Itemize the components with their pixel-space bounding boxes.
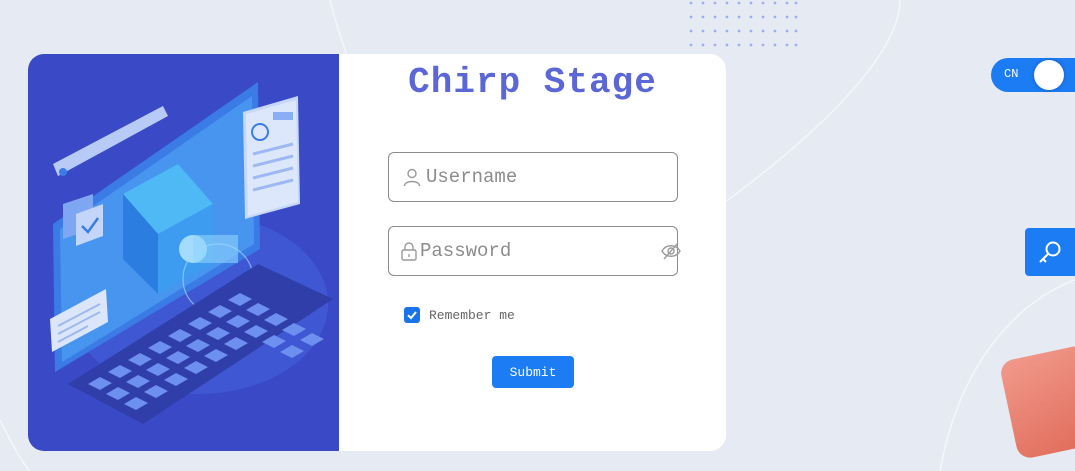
dot-pattern — [689, 1, 798, 47]
app-title: Chirp Stage — [408, 62, 657, 103]
submit-button[interactable]: Submit — [492, 356, 574, 388]
remember-me-option[interactable]: Remember me — [404, 307, 515, 323]
language-toggle-label: CN — [1004, 67, 1019, 81]
user-icon — [399, 165, 425, 189]
login-card: Chirp Stage Remember me Submit — [28, 54, 726, 451]
username-input[interactable] — [425, 153, 677, 201]
username-field[interactable] — [388, 152, 678, 202]
login-form: Chirp Stage Remember me Submit — [339, 54, 726, 451]
checkmark-icon — [407, 311, 417, 320]
remember-me-label: Remember me — [429, 307, 515, 323]
eye-off-icon[interactable] — [660, 239, 682, 263]
password-field[interactable] — [388, 226, 681, 276]
isometric-computer-illustration — [50, 82, 333, 424]
language-toggle[interactable]: CN — [991, 58, 1075, 92]
key-search-icon — [1039, 241, 1061, 263]
password-input[interactable] — [419, 227, 660, 275]
lock-icon — [399, 239, 419, 263]
side-key-search-button[interactable] — [1025, 228, 1075, 276]
toggle-knob[interactable] — [1034, 60, 1064, 90]
login-illustration — [28, 54, 339, 451]
remember-me-checkbox[interactable] — [404, 307, 420, 323]
